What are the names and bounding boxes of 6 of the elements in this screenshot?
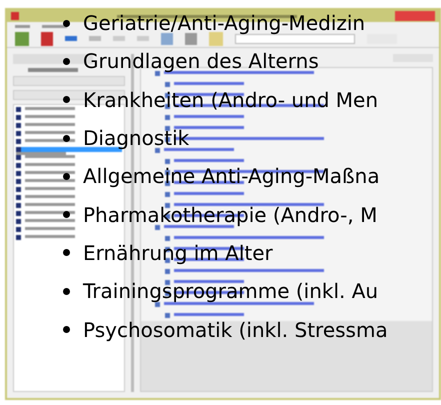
list-item: Geriatrie/Anti-Aging-Medizin xyxy=(83,10,366,38)
list-item: Diagnostik xyxy=(83,125,190,152)
list-item: Psychosomatik (inkl. Stressma xyxy=(83,316,388,344)
list-item: Trainingsprogramme (inkl. Au xyxy=(83,278,378,306)
list-item: Pharmakotherapie (Andro-, M xyxy=(83,202,378,229)
list-item: Grundlagen des Alterns xyxy=(83,48,319,76)
